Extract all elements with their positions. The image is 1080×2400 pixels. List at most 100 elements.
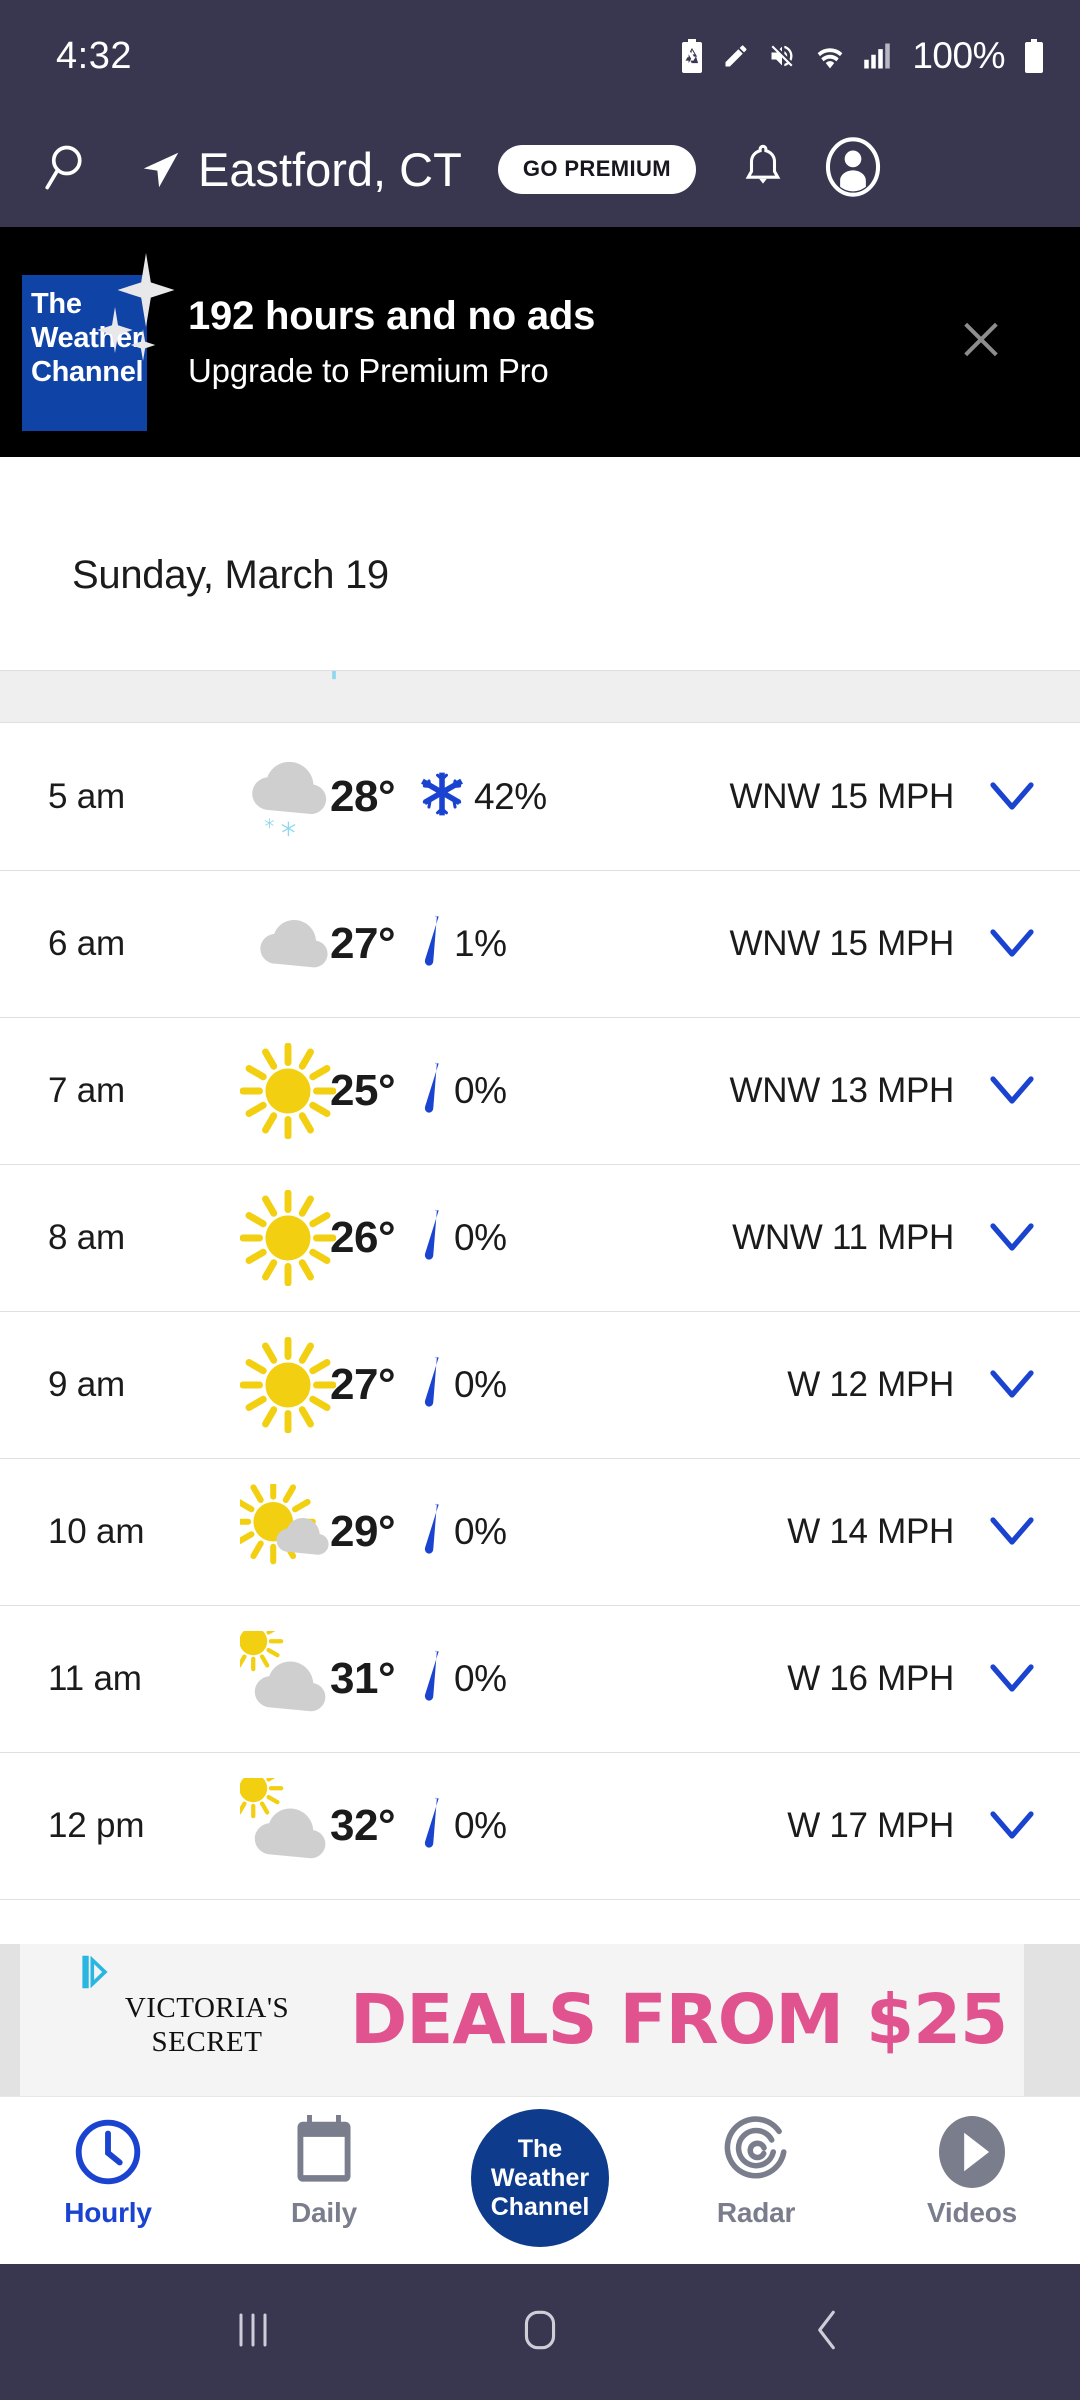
snow-cloud-icon: [240, 749, 336, 845]
chevron-down-icon[interactable]: [988, 1221, 1036, 1255]
tab-videos-label: Videos: [926, 2197, 1018, 2228]
tab-hourly-label: Hourly: [64, 2197, 152, 2228]
tab-radar[interactable]: Radar: [648, 2097, 864, 2229]
hourly-temperature: 28°: [330, 771, 396, 821]
chevron-down-icon[interactable]: [988, 1662, 1036, 1696]
radar-icon: [719, 2113, 793, 2191]
hourly-time: 5 am: [48, 776, 126, 816]
raindrop-icon: [419, 1061, 445, 1122]
chevron-down-icon[interactable]: [988, 1515, 1036, 1549]
hourly-row[interactable]: 7 am 25° 0% WNW 13 MPH: [0, 1018, 1080, 1165]
account-button[interactable]: [824, 136, 882, 203]
hourly-temperature: 29°: [330, 1507, 396, 1556]
hourly-time: 7 am: [48, 1071, 126, 1110]
hourly-temperature: 27°: [330, 1360, 396, 1409]
location-arrow-icon: [138, 147, 184, 193]
ad-brand-line1: VICTORIA'S: [124, 1992, 290, 2024]
account-avatar-icon: [824, 136, 882, 203]
battery-icon: [1022, 39, 1046, 73]
advertisement-banner[interactable]: VICTORIA'S SECRET DEALS FROM $25: [0, 1944, 1080, 2096]
hourly-precip-percent: 0%: [454, 1658, 507, 1699]
hourly-precip-percent: 0%: [454, 1805, 507, 1846]
tab-logo-line3: Channel: [490, 2192, 590, 2221]
sunny-icon: [240, 1337, 336, 1433]
bottom-tab-bar: Hourly Daily The Weather Channel Radar V…: [0, 2096, 1080, 2264]
hourly-temperature: 27°: [330, 919, 396, 968]
android-status-bar: 4:32 100%: [0, 0, 1080, 112]
promo-close-button[interactable]: [958, 317, 1004, 368]
search-button[interactable]: [44, 141, 104, 198]
location-name[interactable]: Eastford, CT: [198, 142, 462, 197]
back-button[interactable]: [767, 2264, 887, 2400]
back-icon: [802, 2305, 852, 2360]
bell-icon: [740, 142, 786, 197]
raindrop-icon: [419, 914, 445, 975]
mute-icon: [767, 42, 797, 70]
hourly-row[interactable]: 5 am 28° 42% WNW 15 MPH: [0, 723, 1080, 871]
app-header-bar: Eastford, CT GO PREMIUM: [0, 112, 1080, 227]
hourly-time: 8 am: [48, 1218, 126, 1257]
hourly-forecast-content: Sunday, March 19 5 am 28° 42% WNW 15 MPH 6 a…: [0, 457, 1080, 1944]
date-header: Sunday, March 19: [72, 553, 389, 597]
hourly-conditions: 32° 0%: [240, 1778, 649, 1874]
ad-headline: DEALS FROM $25: [350, 1980, 1008, 2060]
ad-choices-icon[interactable]: [78, 1954, 112, 1995]
hourly-precip-percent: 0%: [454, 1217, 507, 1258]
sparkle-medium-icon: [97, 307, 133, 353]
status-bar-clock: 4:32: [56, 34, 132, 77]
premium-promo-banner[interactable]: The Weather Channel 192 hours and no ads…: [0, 227, 1080, 457]
hourly-row[interactable]: 9 am 27° 0% W 12 MPH: [0, 1312, 1080, 1459]
chevron-down-icon[interactable]: [988, 1809, 1036, 1843]
pencil-icon: [722, 42, 750, 70]
weather-channel-logo-icon: The Weather Channel: [471, 2109, 609, 2247]
search-icon: [44, 141, 96, 198]
hourly-row-partial-above[interactable]: [0, 670, 1080, 723]
tab-weather-channel-home[interactable]: The Weather Channel: [432, 2097, 648, 2247]
hourly-conditions: 27° 1%: [240, 896, 649, 992]
hourly-temperature: 26°: [330, 1213, 396, 1262]
tab-logo-line1: The: [517, 2134, 563, 2163]
clock-icon: [71, 2113, 145, 2191]
calendar-icon: [290, 2113, 358, 2191]
go-premium-button[interactable]: GO PREMIUM: [497, 145, 697, 194]
hourly-row[interactable]: 11 am 31° 0% W 16 MPH: [0, 1606, 1080, 1753]
hourly-precipitation: 0%: [419, 1355, 507, 1416]
promo-text-block: 192 hours and no ads Upgrade to Premium …: [188, 294, 595, 390]
chevron-down-icon[interactable]: [988, 780, 1036, 814]
chevron-down-icon[interactable]: [988, 1074, 1036, 1108]
hourly-row[interactable]: 8 am 26° 0% WNW 11 MPH: [0, 1165, 1080, 1312]
raindrop-icon: [419, 1208, 445, 1269]
home-button[interactable]: [480, 2264, 600, 2400]
hourly-precipitation: 0%: [419, 1796, 507, 1857]
sunny-icon: [240, 1190, 336, 1286]
hourly-time: 9 am: [48, 1365, 126, 1404]
hourly-wind: WNW 15 MPH: [729, 776, 954, 816]
tab-daily[interactable]: Daily: [216, 2097, 432, 2229]
hourly-precip-percent: 0%: [454, 1364, 507, 1405]
play-icon: [935, 2113, 1009, 2191]
hourly-precipitation: 0%: [419, 1649, 507, 1710]
recents-button[interactable]: [193, 2264, 313, 2400]
tab-hourly[interactable]: Hourly: [0, 2097, 216, 2229]
hourly-precipitation: 1%: [419, 914, 507, 975]
chevron-down-icon[interactable]: [988, 1368, 1036, 1402]
mostly-cloudy-day-icon: [240, 1631, 336, 1727]
hourly-precipitation: 42%: [419, 771, 547, 822]
hourly-precip-percent: 1%: [454, 923, 507, 964]
hourly-conditions: 26° 0%: [240, 1190, 649, 1286]
chevron-down-icon[interactable]: [988, 927, 1036, 961]
hourly-row[interactable]: 10 am 29° 0% W 14 MPH: [0, 1459, 1080, 1606]
tab-videos[interactable]: Videos: [864, 2097, 1080, 2229]
hourly-time: 11 am: [48, 1659, 142, 1698]
android-navigation-bar: [0, 2264, 1080, 2400]
hourly-rows-list: 5 am 28° 42% WNW 15 MPH 6 am 27° 1% WNW 15 MPH 7…: [0, 723, 1080, 1900]
hourly-conditions: 27° 0%: [240, 1337, 649, 1433]
hourly-conditions: 29° 0%: [240, 1484, 649, 1580]
wifi-icon: [814, 43, 846, 69]
notifications-button[interactable]: [740, 142, 786, 197]
hourly-row[interactable]: 6 am 27° 1% WNW 15 MPH: [0, 871, 1080, 1018]
hourly-row[interactable]: 12 pm 32° 0% W 17 MPH: [0, 1753, 1080, 1900]
weather-channel-logo-icon: The Weather Channel: [22, 253, 175, 431]
raindrop-icon: [419, 1649, 445, 1710]
battery-percentage-label: 100%: [912, 35, 1005, 76]
